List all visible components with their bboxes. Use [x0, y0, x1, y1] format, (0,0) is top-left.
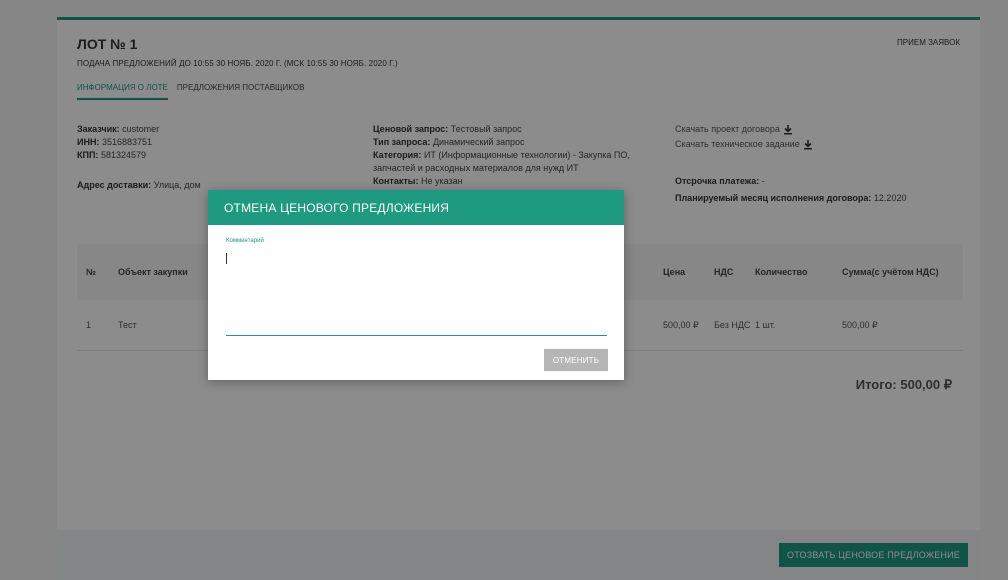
cancel-offer-button[interactable]: Отменить [544, 349, 608, 371]
cancel-offer-dialog: Отмена ценового предложения Комментарий … [208, 190, 624, 380]
comment-field[interactable] [226, 248, 607, 336]
comment-label: Комментарий [226, 238, 264, 244]
dialog-title: Отмена ценового предложения [208, 190, 624, 225]
text-caret [226, 253, 227, 264]
